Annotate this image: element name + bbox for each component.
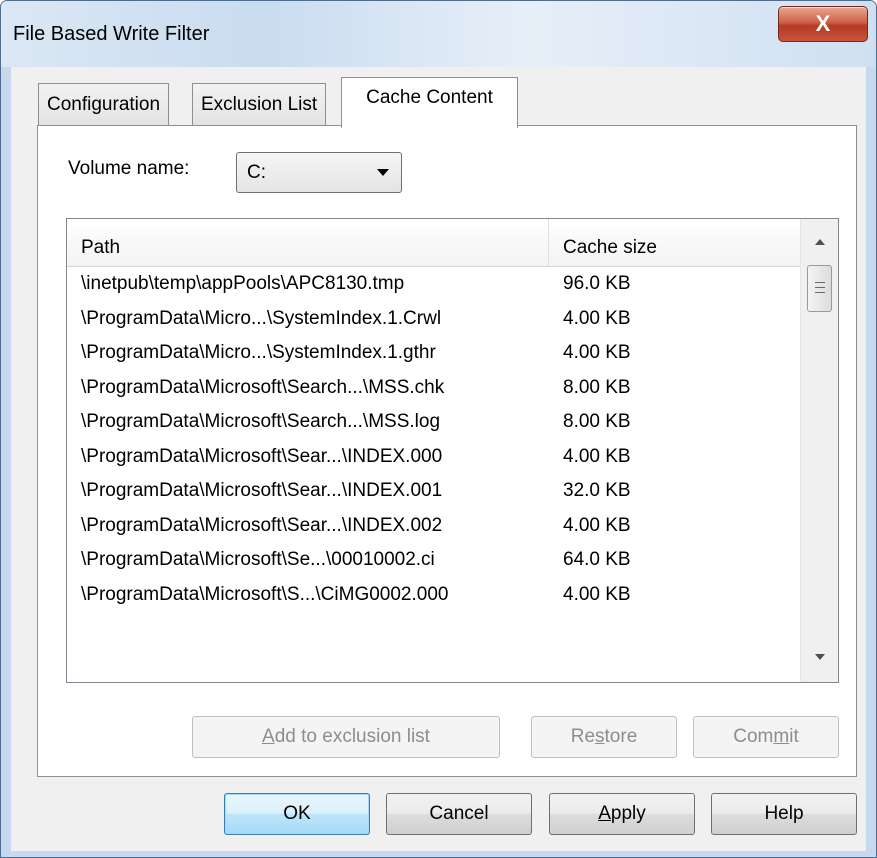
row-size: 4.00 KB bbox=[563, 445, 631, 467]
column-header-path[interactable]: Path bbox=[67, 219, 549, 267]
window-title: File Based Write Filter bbox=[13, 23, 210, 45]
arrow-up-icon bbox=[815, 239, 825, 245]
row-path: \inetpub\temp\appPools\APC8130.tmp bbox=[81, 273, 405, 294]
apply-button[interactable]: Apply bbox=[549, 793, 695, 835]
cache-content-list[interactable]: Path Cache size \inetpub\temp\appPools\A… bbox=[66, 218, 839, 683]
help-button[interactable]: Help bbox=[711, 793, 857, 835]
row-path: \ProgramData\Microsoft\Se...\00010002.ci bbox=[81, 549, 435, 570]
button-label: Cancel bbox=[429, 803, 489, 824]
scroll-thumb[interactable] bbox=[807, 265, 832, 312]
row-size: 64.0 KB bbox=[563, 549, 631, 570]
row-size: 4.00 KB bbox=[563, 514, 631, 536]
button-label-part: Re bbox=[570, 726, 596, 747]
grip-line bbox=[815, 287, 825, 288]
button-label-part: dd to exclusion list bbox=[274, 726, 430, 747]
column-header-cache-size[interactable]: Cache size bbox=[549, 219, 800, 267]
column-header-label: Path bbox=[81, 237, 121, 258]
button-access-key: A bbox=[598, 803, 611, 824]
arrow-down-icon bbox=[815, 654, 825, 660]
list-row[interactable]: \ProgramData\Microsoft\Search...\MSS.log… bbox=[67, 405, 800, 440]
list-row[interactable]: \ProgramData\Micro...\SystemIndex.1.gthr… bbox=[67, 336, 800, 371]
row-size: 8.00 KB bbox=[563, 411, 631, 432]
vertical-scrollbar[interactable] bbox=[800, 219, 838, 682]
list-row[interactable]: \ProgramData\Microsoft\Sear...\INDEX.000… bbox=[67, 440, 800, 475]
tab-cache-content[interactable]: Cache Content bbox=[341, 77, 518, 128]
button-label: OK bbox=[283, 803, 311, 824]
row-path: \ProgramData\Microsoft\Search...\MSS.chk bbox=[81, 376, 445, 398]
scroll-up-button[interactable] bbox=[801, 227, 838, 259]
add-to-exclusion-list-button[interactable]: Add to exclusion list bbox=[192, 716, 500, 758]
row-path: \ProgramData\Micro...\SystemIndex.1.Crwl bbox=[81, 307, 442, 329]
list-rows: \inetpub\temp\appPools\APC8130.tmp 96.0 K… bbox=[67, 267, 800, 612]
close-icon: X bbox=[815, 11, 831, 36]
button-access-key: A bbox=[262, 726, 275, 747]
row-size: 8.00 KB bbox=[563, 376, 631, 398]
button-access-key: m bbox=[773, 726, 790, 747]
row-size: 96.0 KB bbox=[563, 273, 631, 294]
cancel-button[interactable]: Cancel bbox=[386, 793, 532, 835]
volume-selected-value: C: bbox=[247, 162, 266, 183]
list-row[interactable]: \ProgramData\Microsoft\Se...\00010002.ci… bbox=[67, 543, 800, 578]
volume-name-label: Volume name: bbox=[68, 158, 190, 179]
list-row[interactable]: \ProgramData\Microsoft\Search...\MSS.chk… bbox=[67, 371, 800, 406]
button-label-part: it bbox=[789, 726, 799, 747]
restore-button[interactable]: Restore bbox=[531, 716, 677, 758]
row-size: 32.0 KB bbox=[563, 480, 631, 501]
button-label-part: tore bbox=[604, 726, 638, 747]
chevron-down-icon bbox=[377, 169, 389, 176]
row-size: 4.00 KB bbox=[563, 342, 631, 363]
row-path: \ProgramData\Microsoft\Sear...\INDEX.002 bbox=[81, 514, 443, 536]
tab-label: Configuration bbox=[47, 94, 161, 115]
cache-content-panel: Volume name: C: Path Cache size \inetpub… bbox=[37, 125, 857, 777]
row-size: 4.00 KB bbox=[563, 583, 631, 605]
grip-line bbox=[815, 282, 825, 283]
list-row[interactable]: \ProgramData\Microsoft\Sear...\INDEX.002… bbox=[67, 509, 800, 544]
row-path: \ProgramData\Microsoft\Sear...\INDEX.001 bbox=[81, 480, 443, 501]
column-header-label: Cache size bbox=[563, 237, 657, 258]
list-row[interactable]: \ProgramData\Micro...\SystemIndex.1.Crwl… bbox=[67, 302, 800, 337]
tab-label: Exclusion List bbox=[201, 94, 318, 115]
button-label: Help bbox=[764, 803, 804, 824]
row-size: 4.00 KB bbox=[563, 307, 631, 329]
row-path: \ProgramData\Microsoft\Sear...\INDEX.000 bbox=[81, 445, 443, 467]
dialog-client-area: Configuration Exclusion List Cache Conte… bbox=[11, 67, 866, 851]
ok-button[interactable]: OK bbox=[224, 793, 370, 835]
list-header: Path Cache size bbox=[67, 219, 800, 267]
tab-label: Cache Content bbox=[366, 87, 493, 108]
tab-configuration[interactable]: Configuration bbox=[38, 83, 170, 125]
commit-button[interactable]: Commit bbox=[693, 716, 839, 758]
volume-name-dropdown[interactable]: C: bbox=[236, 152, 402, 193]
list-row[interactable]: \ProgramData\Microsoft\S...\CiMG0002.000… bbox=[67, 578, 800, 613]
tab-exclusion-list[interactable]: Exclusion List bbox=[192, 83, 327, 125]
title-bar[interactable]: File Based Write Filter X bbox=[1, 1, 876, 67]
button-label-part: Com bbox=[733, 726, 774, 747]
scroll-down-button[interactable] bbox=[801, 642, 838, 674]
list-row[interactable]: \inetpub\temp\appPools\APC8130.tmp 96.0 K… bbox=[67, 267, 800, 302]
row-path: \ProgramData\Microsoft\Search...\MSS.log bbox=[81, 411, 441, 432]
window-frame-left bbox=[1, 67, 11, 857]
close-button[interactable]: X bbox=[778, 6, 868, 42]
button-access-key: s bbox=[595, 726, 605, 747]
row-path: \ProgramData\Microsoft\S...\CiMG0002.000 bbox=[81, 583, 449, 605]
window-frame-right bbox=[866, 67, 876, 857]
dialog-window: File Based Write Filter X Configuration … bbox=[0, 0, 877, 858]
row-path: \ProgramData\Micro...\SystemIndex.1.gthr bbox=[81, 342, 436, 363]
list-row[interactable]: \ProgramData\Microsoft\Sear...\INDEX.001… bbox=[67, 474, 800, 509]
button-label-part: pply bbox=[610, 803, 646, 824]
grip-line bbox=[815, 292, 825, 293]
